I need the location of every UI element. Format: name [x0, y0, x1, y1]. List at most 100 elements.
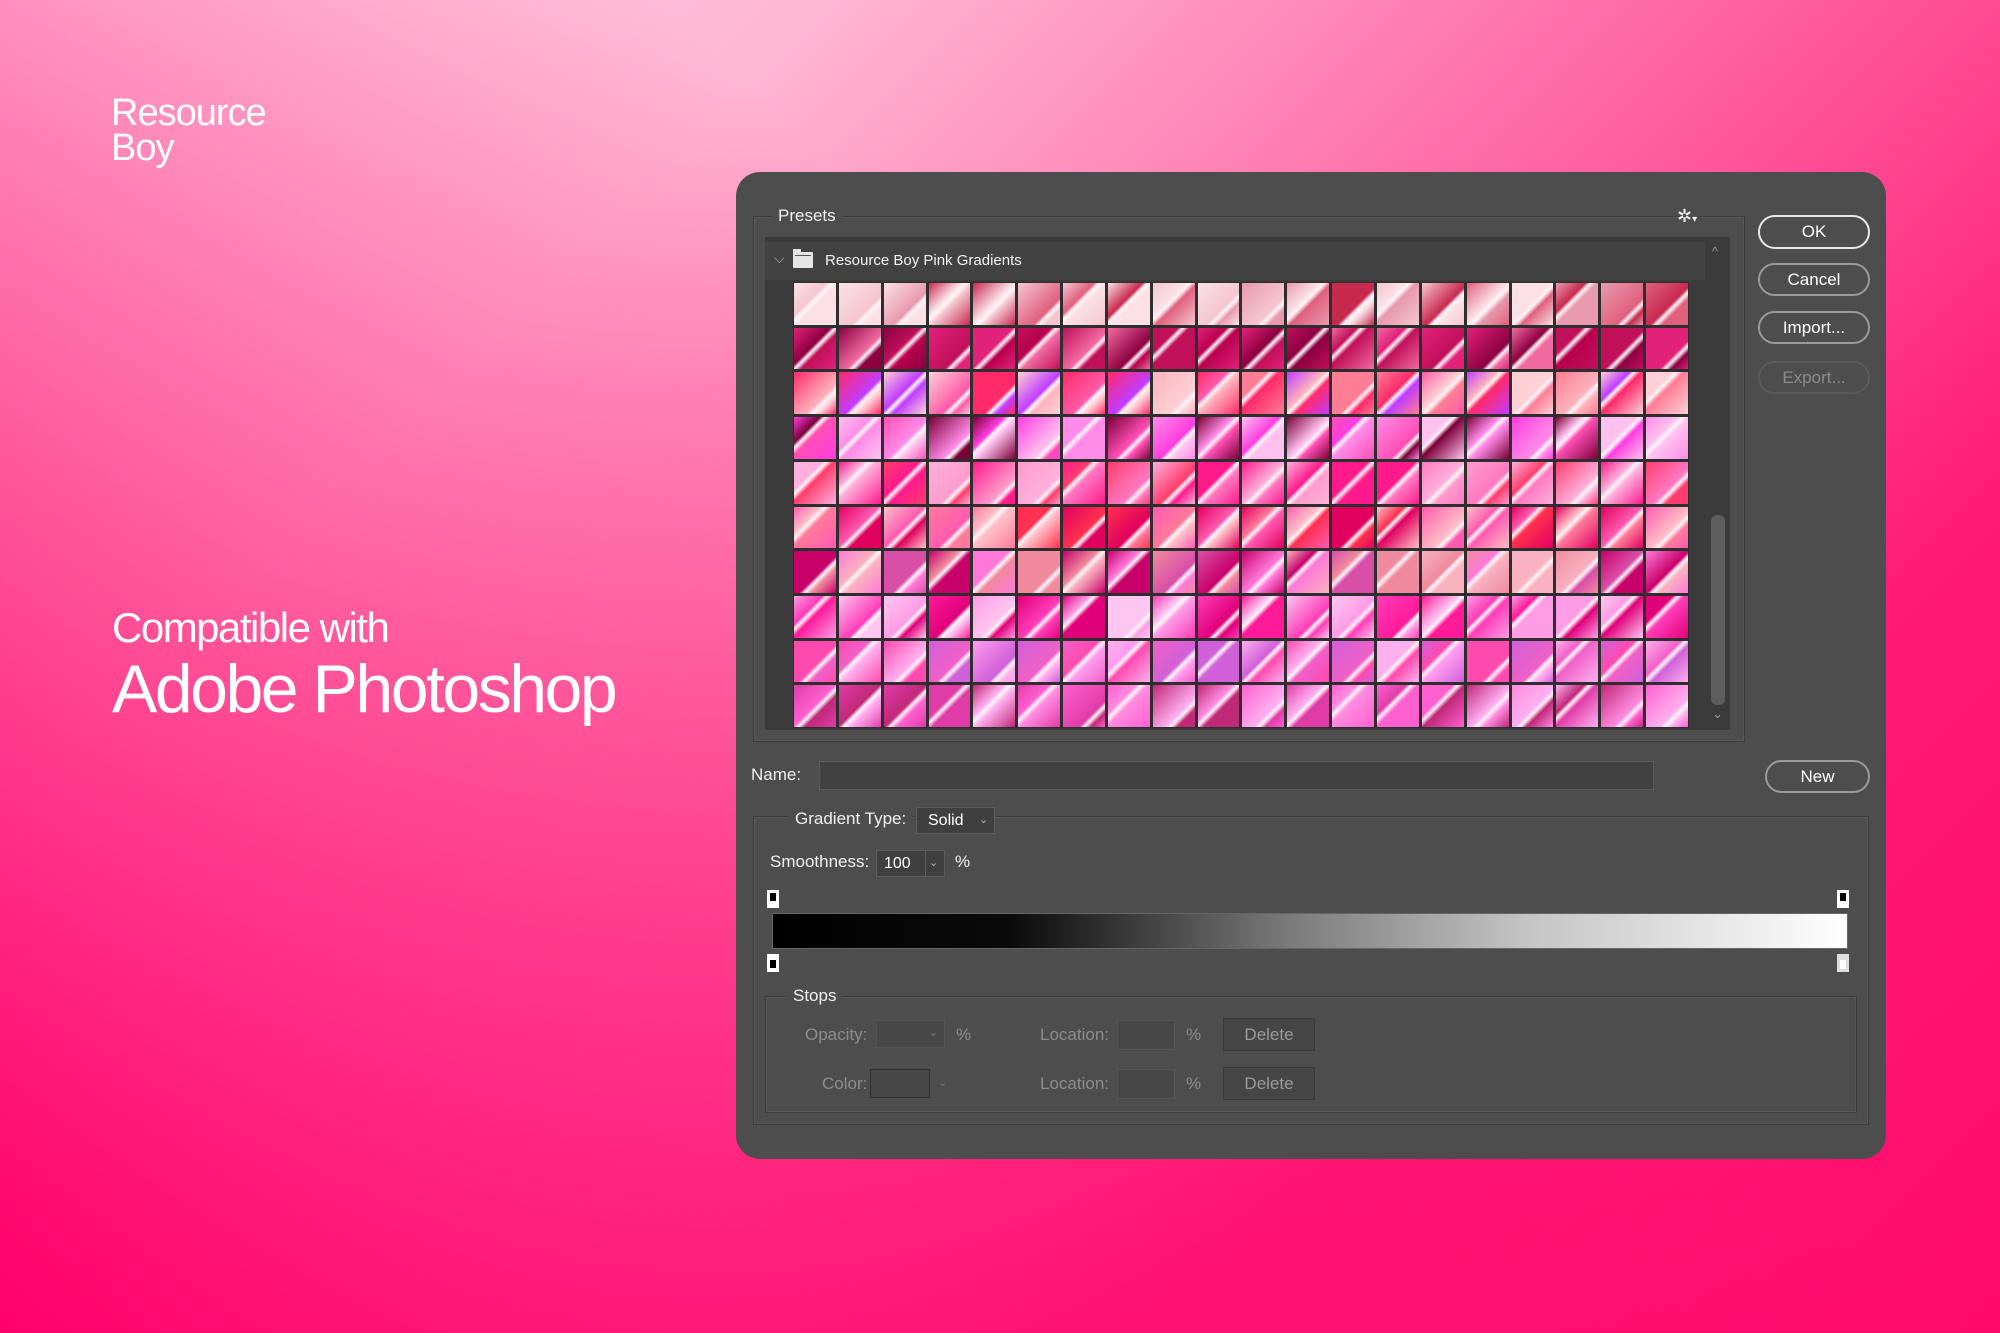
gradient-swatch[interactable]: [1601, 283, 1644, 325]
gradient-swatch[interactable]: [1287, 372, 1330, 415]
gradient-swatch[interactable]: [1107, 372, 1150, 415]
gradient-swatch[interactable]: [1152, 417, 1195, 459]
gradient-swatch[interactable]: [1466, 372, 1509, 415]
gradient-swatch[interactable]: [1377, 327, 1419, 370]
gradient-swatch[interactable]: [1063, 506, 1105, 549]
gradient-swatch[interactable]: [794, 417, 836, 459]
import-button[interactable]: Import...: [1758, 311, 1870, 344]
gradient-swatch[interactable]: [838, 685, 881, 727]
gradient-swatch[interactable]: [1152, 506, 1195, 549]
gradient-swatch[interactable]: [1556, 327, 1599, 370]
chevron-down-icon[interactable]: ⌄: [938, 1076, 947, 1089]
gradient-swatch[interactable]: [1107, 283, 1150, 325]
gradient-swatch[interactable]: [794, 551, 836, 593]
gradient-swatch[interactable]: [1107, 595, 1150, 638]
gradient-swatch[interactable]: [1556, 461, 1599, 504]
gradient-swatch[interactable]: [794, 685, 836, 727]
color-swatch[interactable]: [870, 1069, 930, 1098]
gradient-swatch[interactable]: [1601, 461, 1644, 504]
gradient-swatch[interactable]: [1511, 327, 1554, 370]
gradient-swatch[interactable]: [928, 417, 971, 459]
gradient-swatch[interactable]: [1601, 417, 1644, 459]
folder-row[interactable]: ⌵ Resource Boy Pink Gradients: [765, 242, 1705, 280]
gradient-swatch[interactable]: [794, 640, 836, 683]
gradient-swatch[interactable]: [1421, 372, 1464, 415]
gradient-swatch[interactable]: [1646, 640, 1688, 683]
gradient-swatch[interactable]: [838, 283, 881, 325]
color-delete-button[interactable]: Delete: [1223, 1067, 1315, 1100]
gradient-swatch[interactable]: [838, 417, 881, 459]
color-location-input[interactable]: [1117, 1069, 1175, 1099]
gradient-swatch[interactable]: [1063, 461, 1105, 504]
gradient-swatch[interactable]: [1601, 640, 1644, 683]
gradient-swatch[interactable]: [1107, 685, 1150, 727]
gradient-swatch[interactable]: [1063, 551, 1105, 593]
gradient-swatch[interactable]: [883, 417, 926, 459]
gradient-type-select[interactable]: Solid ⌄: [916, 807, 995, 834]
ok-button[interactable]: OK: [1758, 215, 1870, 249]
gradient-swatch[interactable]: [1511, 506, 1554, 549]
gradient-swatch[interactable]: [1646, 685, 1688, 727]
gradient-swatch[interactable]: [1421, 640, 1464, 683]
color-stop-right[interactable]: [1837, 954, 1849, 972]
gradient-swatch[interactable]: [1242, 685, 1285, 727]
gradient-swatch[interactable]: [1197, 595, 1240, 638]
gradient-swatch[interactable]: [1377, 685, 1419, 727]
gradient-swatch[interactable]: [1511, 640, 1554, 683]
opacity-location-input[interactable]: [1117, 1020, 1175, 1050]
gradient-swatch[interactable]: [973, 372, 1016, 415]
gradient-swatch[interactable]: [1287, 640, 1330, 683]
gradient-swatch[interactable]: [928, 461, 971, 504]
gradient-swatch[interactable]: [1556, 506, 1599, 549]
gradient-swatch[interactable]: [1152, 327, 1195, 370]
gradient-swatch[interactable]: [1197, 506, 1240, 549]
gradient-swatch[interactable]: [1018, 685, 1061, 727]
gradient-swatch[interactable]: [1466, 595, 1509, 638]
gradient-swatch[interactable]: [1152, 640, 1195, 683]
gradient-swatch[interactable]: [1511, 283, 1554, 325]
gradient-preview-bar[interactable]: [772, 913, 1848, 949]
gradient-swatch[interactable]: [1242, 506, 1285, 549]
gradient-swatch[interactable]: [1466, 685, 1509, 727]
gradient-swatch[interactable]: [1107, 327, 1150, 370]
gradient-swatch[interactable]: [1332, 685, 1375, 727]
gradient-swatch[interactable]: [1332, 327, 1375, 370]
gradient-swatch[interactable]: [1332, 640, 1375, 683]
gradient-swatch[interactable]: [1197, 461, 1240, 504]
gradient-swatch[interactable]: [1287, 551, 1330, 593]
gradient-swatch[interactable]: [794, 506, 836, 549]
gradient-swatch[interactable]: [883, 640, 926, 683]
gradient-swatch[interactable]: [1197, 372, 1240, 415]
gradient-swatch[interactable]: [1242, 372, 1285, 415]
gradient-swatch[interactable]: [1556, 640, 1599, 683]
gradient-swatch[interactable]: [1377, 417, 1419, 459]
gradient-swatch[interactable]: [838, 551, 881, 593]
gradient-swatch[interactable]: [883, 327, 926, 370]
gradient-swatch[interactable]: [1197, 417, 1240, 459]
gradient-swatch[interactable]: [1107, 551, 1150, 593]
gradient-swatch[interactable]: [1063, 283, 1105, 325]
gradient-swatch[interactable]: [1332, 551, 1375, 593]
gradient-swatch[interactable]: [883, 372, 926, 415]
gradient-swatch[interactable]: [1556, 283, 1599, 325]
gradient-swatch[interactable]: [1197, 640, 1240, 683]
gradient-swatch[interactable]: [1466, 461, 1509, 504]
opacity-input[interactable]: ⌄: [876, 1020, 945, 1048]
gradient-swatch[interactable]: [973, 640, 1016, 683]
gradient-swatch[interactable]: [1511, 551, 1554, 593]
gradient-swatch[interactable]: [1646, 372, 1688, 415]
gradient-swatch[interactable]: [1377, 640, 1419, 683]
gradient-swatch[interactable]: [1421, 327, 1464, 370]
gradient-swatch[interactable]: [1018, 595, 1061, 638]
gradient-swatch[interactable]: [1466, 640, 1509, 683]
export-button[interactable]: Export...: [1758, 361, 1870, 394]
gradient-swatch[interactable]: [838, 595, 881, 638]
gradient-swatch[interactable]: [1332, 461, 1375, 504]
gradient-swatch[interactable]: [794, 595, 836, 638]
gradient-swatch[interactable]: [1197, 327, 1240, 370]
gradient-swatch[interactable]: [1018, 283, 1061, 325]
gradient-swatch[interactable]: [1287, 595, 1330, 638]
gradient-swatch[interactable]: [1063, 685, 1105, 727]
gradient-swatch[interactable]: [1511, 685, 1554, 727]
gradient-swatch[interactable]: [883, 685, 926, 727]
